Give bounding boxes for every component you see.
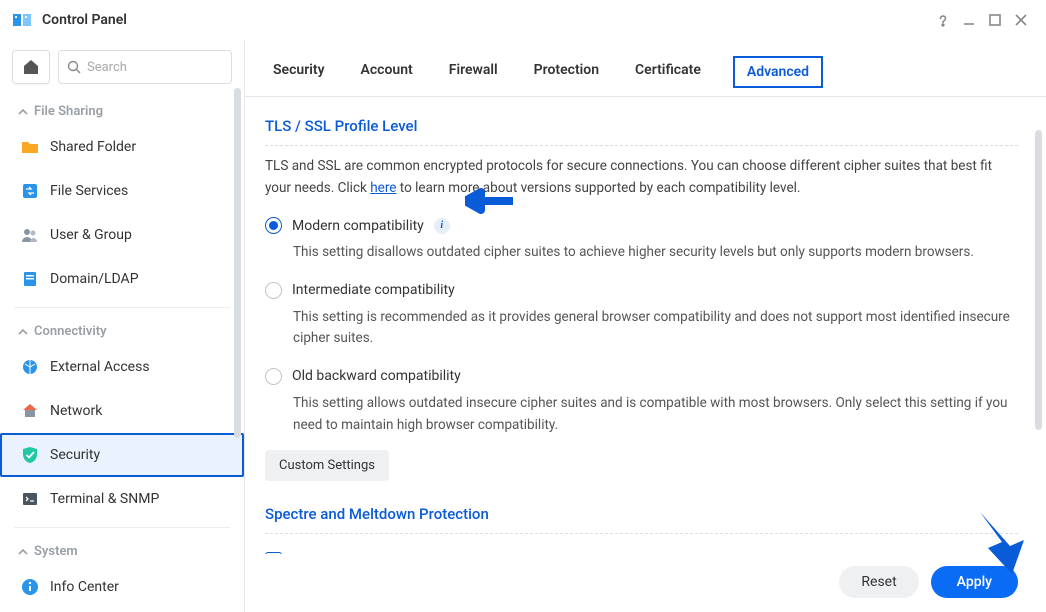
custom-settings-button[interactable]: Custom Settings (265, 450, 389, 481)
globe-icon (20, 357, 40, 377)
book-icon (20, 269, 40, 289)
app-icon (12, 10, 32, 30)
tls-here-link[interactable]: here (370, 180, 396, 196)
section-file-sharing[interactable]: File Sharing (0, 94, 244, 125)
tabs: Security Account Firewall Protection Cer… (245, 40, 1046, 97)
sidebar-item-security[interactable]: Security (0, 433, 244, 477)
section-connectivity[interactable]: Connectivity (0, 314, 244, 345)
sidebar: File Sharing Shared Folder File Services… (0, 40, 244, 612)
tab-advanced[interactable]: Advanced (733, 56, 823, 88)
main-panel: Security Account Firewall Protection Cer… (245, 40, 1046, 612)
window-title: Control Panel (42, 12, 127, 28)
info-icon[interactable]: i (434, 218, 450, 234)
sidebar-item-file-services[interactable]: File Services (0, 169, 244, 213)
folder-icon (20, 137, 40, 157)
old-compat-desc: This setting allows outdated insecure ci… (293, 393, 1018, 436)
maximize-button[interactable] (982, 7, 1008, 33)
footer-buttons: Reset Apply (245, 554, 1046, 612)
search-icon (67, 60, 81, 74)
divider (14, 527, 230, 528)
sidebar-item-shared-folder[interactable]: Shared Folder (0, 125, 244, 169)
spectre-checkbox-row[interactable]: Enable Spectre and Meltdown protection t… (265, 544, 1018, 554)
modern-compat-desc: This setting disallows outdated cipher s… (293, 242, 1018, 264)
chevron-up-icon (18, 107, 28, 117)
help-button[interactable] (930, 7, 956, 33)
tab-security[interactable]: Security (269, 56, 329, 96)
chevron-up-icon (18, 547, 28, 557)
sidebar-item-domain-ldap[interactable]: Domain/LDAP (0, 257, 244, 301)
tab-account[interactable]: Account (357, 56, 417, 96)
sidebar-item-user-group[interactable]: User & Group (0, 213, 244, 257)
info-icon (20, 577, 40, 597)
spectre-section-title: Spectre and Meltdown Protection (265, 499, 1018, 534)
search-input-wrap[interactable] (58, 50, 232, 84)
minimize-button[interactable] (956, 7, 982, 33)
search-input[interactable] (87, 60, 223, 75)
reset-button[interactable]: Reset (839, 566, 918, 598)
sidebar-item-terminal-snmp[interactable]: Terminal & SNMP (0, 477, 244, 521)
file-swap-icon (20, 181, 40, 201)
radio-old-compatibility[interactable]: Old backward compatibility (265, 364, 1018, 389)
network-icon (20, 401, 40, 421)
tab-protection[interactable]: Protection (530, 56, 603, 96)
sidebar-item-network[interactable]: Network (0, 389, 244, 433)
intermediate-compat-desc: This setting is recommended as it provid… (293, 307, 1018, 350)
close-button[interactable] (1008, 7, 1034, 33)
radio-input[interactable] (265, 368, 282, 385)
tab-firewall[interactable]: Firewall (445, 56, 502, 96)
sidebar-scrollbar[interactable] (234, 88, 241, 438)
shield-icon (20, 445, 40, 465)
radio-intermediate-compatibility[interactable]: Intermediate compatibility (265, 278, 1018, 303)
radio-input[interactable] (265, 217, 282, 234)
radio-input[interactable] (265, 282, 282, 299)
home-button[interactable] (12, 50, 50, 84)
section-system[interactable]: System (0, 534, 244, 565)
tab-certificate[interactable]: Certificate (631, 56, 705, 96)
tls-description: TLS and SSL are common encrypted protoco… (265, 156, 1018, 199)
sidebar-item-info-center[interactable]: Info Center (0, 565, 244, 609)
content-scrollbar[interactable] (1035, 130, 1042, 430)
terminal-icon (20, 489, 40, 509)
title-bar: Control Panel (0, 0, 1046, 40)
sidebar-item-external-access[interactable]: External Access (0, 345, 244, 389)
users-icon (20, 225, 40, 245)
apply-button[interactable]: Apply (931, 566, 1018, 598)
tls-section-title: TLS / SSL Profile Level (265, 111, 1018, 146)
chevron-up-icon (18, 327, 28, 337)
divider (14, 307, 230, 308)
radio-modern-compatibility[interactable]: Modern compatibility i (265, 213, 1018, 238)
